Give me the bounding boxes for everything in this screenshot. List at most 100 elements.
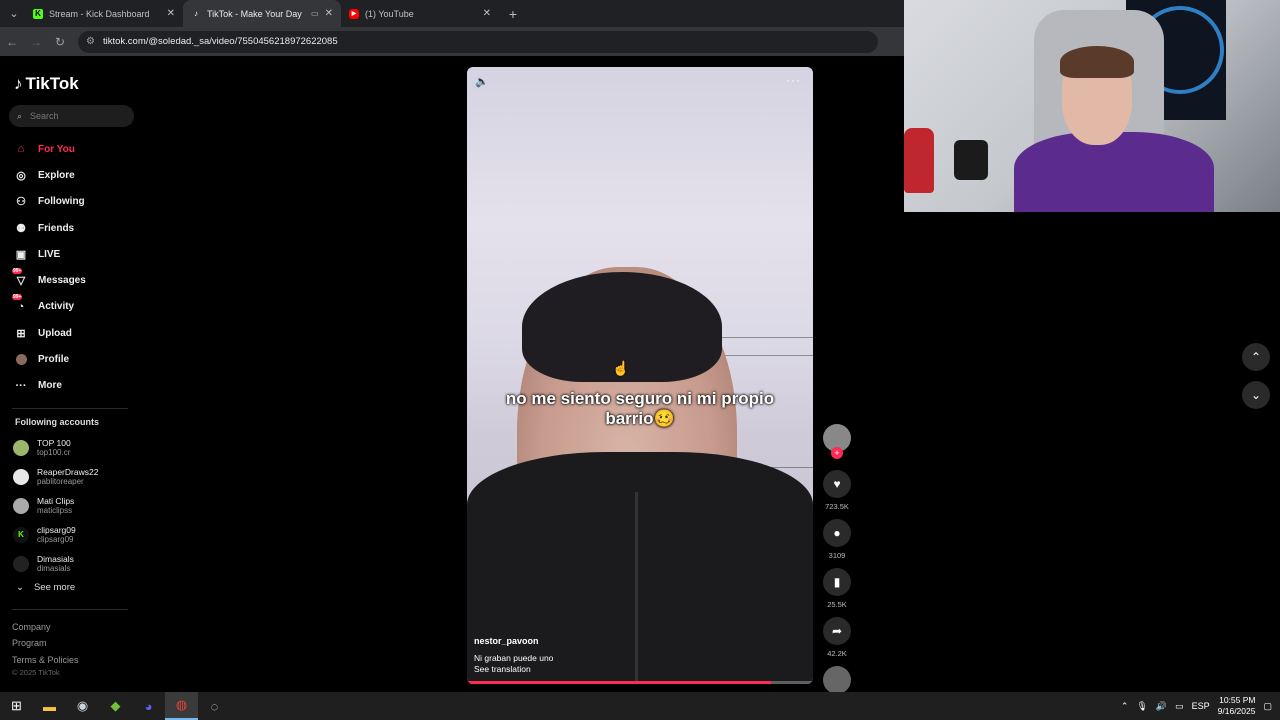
account-item[interactable]: Dimasials dimasials [13, 549, 138, 578]
windows-start-icon[interactable]: ⊞ [0, 692, 33, 720]
soda-bottle [904, 128, 934, 193]
see-translation-link[interactable]: See translation [474, 664, 553, 675]
video-player[interactable]: 🔈 ··· no me siento seguro ni mi propio b… [467, 67, 813, 684]
nav-label: More [38, 380, 62, 392]
streamer-hair [1060, 46, 1134, 78]
nav-messages[interactable]: ▽ 99+ Messages [0, 267, 145, 293]
system-tray: ⌃ 🎙 🔊 ▭ ESP 10:55 PM 9/16/2025 ▢ [1121, 692, 1280, 720]
forward-icon[interactable]: → [24, 35, 48, 49]
compass-icon: ◎ [16, 169, 26, 182]
nav-for-you[interactable]: ⌂ For You [0, 136, 145, 162]
new-tab-button[interactable]: + [503, 6, 523, 22]
comment-action[interactable]: ● 3109 [822, 519, 852, 560]
account-avatar [13, 497, 29, 514]
author-avatar[interactable]: + [823, 424, 851, 459]
chrome-icon[interactable]: ◍ [165, 692, 198, 720]
footer-link-program[interactable]: Program [12, 635, 79, 651]
account-item[interactable]: TOP 100 top100.cr [13, 433, 138, 462]
tray-overflow-icon[interactable]: ⌃ [1121, 701, 1129, 712]
close-tab-icon[interactable]: ✕ [167, 8, 175, 19]
close-tab-icon[interactable]: ✕ [483, 8, 491, 19]
nav-more[interactable]: ··· More [0, 373, 145, 399]
tab-kick[interactable]: K Stream - Kick Dashboard ✕ [25, 0, 183, 27]
account-item[interactable]: Mati Clips maticlipss [13, 491, 138, 520]
friends-icon: ⚉ [16, 222, 26, 235]
tab-search-button[interactable]: ⌄ [3, 3, 25, 25]
search-input[interactable]: ⌕ Search [9, 105, 134, 127]
reload-icon[interactable]: ↻ [48, 35, 72, 49]
close-tab-icon[interactable]: ✕ [325, 8, 333, 19]
main-nav: ⌂ For You ◎ Explore ⚇ Following ⚉ Friend… [0, 136, 145, 399]
video-progress-bar[interactable] [467, 681, 813, 684]
nav-profile[interactable]: Profile [0, 346, 145, 372]
obs-icon[interactable]: ◌ [198, 692, 231, 720]
comment-icon[interactable]: ● [823, 519, 851, 547]
tab-tiktok[interactable]: ♪ TikTok - Make Your Day ▭ ✕ [183, 0, 341, 27]
speaker-icon[interactable]: 🔊 [1156, 701, 1167, 712]
nav-explore[interactable]: ◎ Explore [0, 162, 145, 188]
tab-youtube[interactable]: ▶ (1) YouTube ✕ [341, 0, 499, 27]
site-info-icon[interactable]: ⚙ [86, 36, 95, 47]
clock[interactable]: 10:55 PM 9/16/2025 [1218, 695, 1256, 717]
following-accounts-list: TOP 100 top100.cr ReaperDraws22 pablitorea… [13, 433, 138, 578]
like-action[interactable]: ♥ 723.5K [822, 470, 852, 511]
jacket-zipper [635, 492, 638, 684]
nav-friends[interactable]: ⚉ Friends [0, 215, 145, 241]
follow-plus-icon[interactable]: + [831, 447, 843, 459]
footer-link-company[interactable]: Company [12, 619, 79, 635]
account-name: ReaperDraws22 [37, 466, 99, 477]
webcam-overlay [904, 0, 1280, 212]
clock-date: 9/16/2025 [1217, 706, 1256, 716]
volume-icon[interactable]: 🔈 [475, 75, 489, 88]
tab-title: TikTok - Make Your Day [207, 8, 302, 19]
more-icon: ··· [15, 379, 27, 392]
see-more-button[interactable]: ⌄ See more [16, 582, 75, 593]
nav-following[interactable]: ⚇ Following [0, 189, 145, 215]
footer-link-terms[interactable]: Terms & Policies [12, 652, 79, 668]
account-username: top100.cr [37, 447, 71, 457]
url-text: tiktok.com/@soledad._sa/video/7550456218… [102, 36, 338, 47]
nav-live[interactable]: ▣ LIVE [0, 241, 145, 267]
kick-icon: K [33, 8, 43, 19]
nav-upload[interactable]: ⊞ Upload [0, 320, 145, 346]
copyright: © 2025 TikTok [12, 668, 60, 677]
discord-icon[interactable]: ◕ [132, 692, 165, 720]
home-icon: ⌂ [17, 143, 25, 156]
account-item[interactable]: ReaperDraws22 pablitoreaper [13, 462, 138, 491]
share-icon[interactable]: ➦ [823, 617, 851, 645]
tiktok-logo[interactable]: ♪ TikTok [14, 74, 79, 94]
heart-icon[interactable]: ♥ [823, 470, 851, 498]
steam-icon[interactable]: ◉ [66, 692, 99, 720]
language-indicator[interactable]: ESP [1192, 701, 1210, 711]
next-video-button[interactable]: ⌄ [1242, 381, 1270, 409]
nav-activity[interactable]: ◔ 99+ Activity [0, 293, 145, 320]
previous-video-button[interactable]: ⌃ [1242, 343, 1270, 371]
nav-label: For You [38, 143, 75, 155]
file-explorer-icon[interactable]: ▬ [33, 692, 66, 720]
tiktok-sidebar: ♪ TikTok ⌕ Search ⌂ For You ◎ Explore ⚇ … [0, 58, 145, 692]
tiktok-icon: ♪ [14, 74, 23, 93]
divider [12, 609, 128, 610]
video-author[interactable]: nestor_pavoon [474, 636, 539, 646]
microphone [954, 140, 988, 180]
account-avatar [13, 468, 29, 485]
account-username: pablitoreaper [37, 476, 84, 486]
back-icon[interactable]: ← [0, 35, 24, 49]
bookmark-icon[interactable]: ▮ [823, 568, 851, 596]
media-icon[interactable]: ▭ [311, 9, 319, 18]
microphone-icon[interactable]: 🎙 [1136, 701, 1147, 712]
share-action[interactable]: ➦ 42.2K [822, 617, 852, 658]
activity-icon: ◔ 99+ [12, 293, 25, 313]
share-count: 42.2K [827, 649, 847, 658]
music-disc-avatar[interactable] [823, 666, 851, 694]
account-item[interactable]: K clipsarg09 clipsarg09 [13, 520, 138, 549]
nav-label: Following [38, 196, 85, 208]
app-icon[interactable]: ◆ [99, 692, 132, 720]
address-bar[interactable]: ⚙ tiktok.com/@soledad._sa/video/75504562… [78, 30, 878, 53]
save-action[interactable]: ▮ 25.5K [822, 568, 852, 609]
more-options-icon[interactable]: ··· [786, 73, 801, 87]
network-icon[interactable]: ▭ [1175, 701, 1184, 712]
chevron-up-icon: ⌃ [1250, 350, 1262, 364]
notification-icon[interactable]: ▢ [1263, 701, 1272, 712]
nav-label: Messages [38, 275, 86, 287]
